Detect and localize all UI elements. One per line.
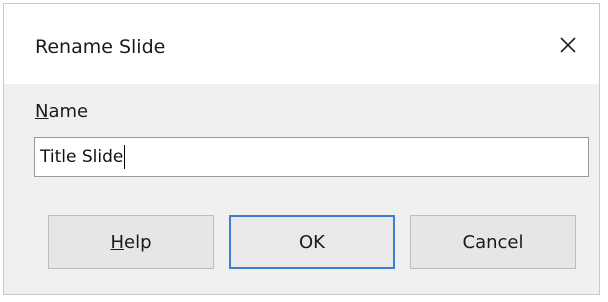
cancel-button[interactable]: Cancel [410, 215, 576, 269]
name-label-rest: ame [48, 101, 89, 122]
close-button[interactable] [549, 26, 587, 64]
text-caret [124, 145, 126, 169]
rename-slide-dialog: Rename Slide Name Title Slide Help OK Ca… [3, 3, 600, 295]
name-label: Name [35, 101, 88, 122]
name-label-mnemonic: N [35, 101, 49, 122]
close-icon [560, 37, 576, 53]
help-button[interactable]: Help [48, 215, 214, 269]
ok-button[interactable]: OK [229, 215, 395, 269]
cancel-label: Cancel [462, 231, 524, 253]
help-label-rest: elp [124, 231, 152, 253]
dialog-content: Name Title Slide Help OK Cancel [4, 84, 599, 294]
title-bar: Rename Slide [4, 4, 599, 84]
name-input-value: Title Slide [40, 147, 124, 167]
ok-label: OK [299, 231, 325, 253]
dialog-title: Rename Slide [35, 36, 166, 58]
help-mnemonic: H [110, 231, 125, 253]
name-input[interactable]: Title Slide [34, 137, 589, 177]
